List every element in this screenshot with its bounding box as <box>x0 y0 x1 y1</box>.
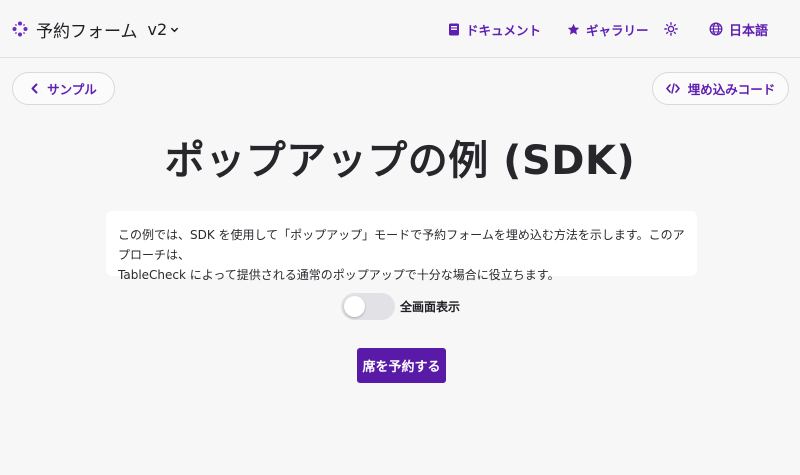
chevron-left-icon <box>31 83 38 94</box>
fullscreen-label: 全画面表示 <box>400 299 461 314</box>
top-header: 予約フォーム v2 ドキュメント ギャラリー 日本語 <box>0 0 800 58</box>
nav-gallery[interactable]: ギャラリー <box>567 18 649 40</box>
fullscreen-toggle-row: 全画面表示 <box>341 292 460 320</box>
nav-docs[interactable]: ドキュメント <box>448 18 541 40</box>
globe-icon <box>709 22 723 36</box>
description-card: この例では、SDK を使用して「ポップアップ」モードで予約フォームを埋め込む方法… <box>106 211 697 282</box>
description-line-2: TableCheck によって提供される通常のポップアップで十分な場合に役立ちま… <box>118 268 560 282</box>
version-label: v2 <box>147 19 168 39</box>
chevron-down-icon <box>170 27 179 32</box>
theme-toggle[interactable] <box>664 18 684 40</box>
page-title: ポップアップの例 (SDK) <box>164 138 636 184</box>
version-selector[interactable]: v2 <box>148 20 180 39</box>
fullscreen-toggle[interactable] <box>341 292 395 320</box>
nav-gallery-label: ギャラリー <box>586 22 649 38</box>
brand[interactable]: 予約フォーム v2 <box>12 15 179 43</box>
description-line-1: この例では、SDK を使用して「ポップアップ」モードで予約フォームを埋め込む方法… <box>118 228 685 262</box>
book-icon <box>449 23 459 35</box>
language-selector[interactable]: 日本語 <box>709 18 768 40</box>
nav-docs-label: ドキュメント <box>466 22 542 38</box>
brand-logo-icon <box>12 21 28 37</box>
back-to-samples-button[interactable]: サンプル <box>12 72 115 105</box>
sun-icon <box>664 22 678 36</box>
toggle-knob <box>344 295 365 317</box>
reserve-seat-button[interactable]: 席を予約する <box>357 348 446 383</box>
back-label: サンプル <box>47 82 97 97</box>
embed-label: 埋め込みコード <box>687 82 776 97</box>
brand-title: 予約フォーム <box>36 21 138 42</box>
language-label: 日本語 <box>729 23 769 39</box>
embed-code-button[interactable]: 埋め込みコード <box>652 72 789 105</box>
star-icon <box>567 23 580 35</box>
code-icon <box>665 83 680 94</box>
